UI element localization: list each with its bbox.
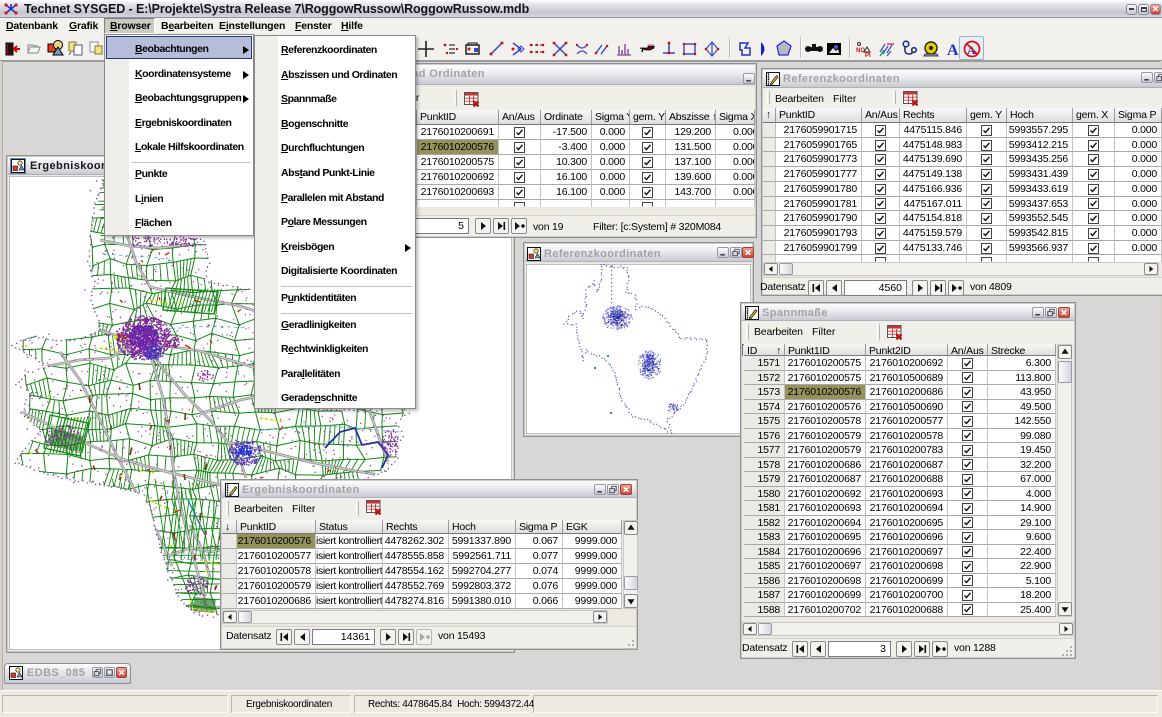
svg-text:A: A (947, 42, 959, 58)
svg-text:PI: PI (865, 53, 871, 58)
svg-text:NO: NO (856, 48, 865, 54)
